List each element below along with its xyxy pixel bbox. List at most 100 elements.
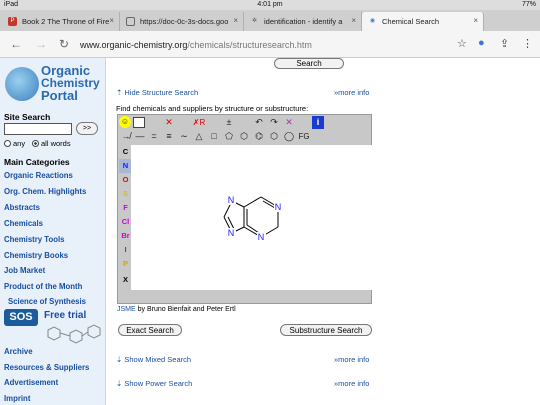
show-mixed-link[interactable]: ⇣ Show Mixed Search [116,355,191,364]
free-trial-link[interactable]: Free trial [44,310,86,321]
forward-icon[interactable]: → [35,37,47,51]
atom-n9: N [228,228,235,238]
tab-label: https://doc-0c-3s-docs.goo [140,17,229,26]
fg-button[interactable]: FG [297,130,311,143]
site-search-button[interactable]: >> [76,122,98,135]
sos-logo[interactable]: SOS [4,309,38,326]
menu-icon[interactable]: ⋮ [522,37,533,50]
molecule-decoration-icon [47,324,101,344]
battery-label: 77% [521,1,536,8]
star-icon[interactable]: ☆ [457,37,467,50]
delete-icon[interactable]: ✕ [162,116,176,129]
logo-word: Organic [41,63,91,78]
undo-icon[interactable]: ↶ [252,116,266,129]
ring8-icon[interactable]: ◯ [282,130,296,143]
chain-icon[interactable]: ↛ [119,130,133,143]
search-button[interactable]: Search [274,58,344,69]
hide-structure-link[interactable]: ⇡ Hide Structure Search [116,88,198,97]
site-logo[interactable]: Organic Chemistry Portal [3,63,103,105]
blank-icon[interactable] [207,116,221,129]
link-label: Show Power Search [124,379,193,388]
substructure-search-button[interactable]: Substructure Search [280,324,372,336]
ring7-icon[interactable]: ⬡ [267,130,281,143]
jsme-editor[interactable]: ☺ ✕ ✗R ± ↶ ↷ ✕ i ↛ — = ≡ ∼ △ □ ⬠ ⬡ ⌬ ⬡ ◯… [117,114,372,304]
triple-bond-icon[interactable]: ≡ [162,130,176,143]
more-info-link[interactable]: »more info [334,355,369,364]
single-bond-icon[interactable]: — [133,130,147,143]
radio-label: any [13,139,26,148]
tab-identification[interactable]: ✲ identification - identify a × [244,12,362,31]
share-icon[interactable]: ⇪ [500,37,509,50]
radio-selected-icon [32,140,39,147]
categories-heading: Main Categories [4,157,70,167]
close-icon[interactable]: × [351,16,356,25]
reload-icon[interactable]: ↻ [59,37,69,51]
sidebar-link-chemistry-tools[interactable]: Chemistry Tools [4,235,65,244]
globe-logo-icon [5,67,39,101]
blank-icon[interactable] [147,116,161,129]
blank-icon[interactable] [297,116,311,129]
radio-icon [4,140,11,147]
new-icon[interactable] [133,117,145,128]
back-icon[interactable]: ← [10,37,22,51]
sidebar-link-product-of-month[interactable]: Product of the Month [4,282,82,291]
url-field[interactable]: www.organic-chemistry.org/chemicals/stru… [80,40,312,50]
sidebar-link-archive[interactable]: Archive [4,347,33,356]
tab-label: Book 2 The Throne of Fire [22,17,110,26]
charge-icon[interactable]: ± [222,116,236,129]
jsme-link[interactable]: JSME [117,306,136,313]
delete-group-icon[interactable]: ✗R [192,116,206,129]
ring4-icon[interactable]: □ [207,130,221,143]
more-info-link[interactable]: »more info [334,88,369,97]
sidebar-link-highlights[interactable]: Org. Chem. Highlights [4,187,86,196]
link-label: Show Mixed Search [124,355,192,364]
sidebar-link-organic-reactions[interactable]: Organic Reactions [4,171,73,180]
sos-heading[interactable]: Science of Synthesis [8,297,86,306]
site-search-input[interactable] [4,123,72,135]
link-label: Hide Structure Search [124,88,199,97]
double-bond-icon[interactable]: = [147,130,161,143]
ring5-icon[interactable]: ⬠ [222,130,236,143]
sidebar-link-abstracts[interactable]: Abstracts [4,203,40,212]
redo-icon[interactable]: ↷ [267,116,281,129]
close-icon[interactable]: × [473,16,478,25]
radio-any[interactable]: any [4,139,25,148]
close-icon[interactable]: × [109,16,114,25]
drawing-canvas[interactable]: N N N N [131,145,372,290]
pdf-icon: P [8,17,17,26]
logo-word: Portal [41,88,78,103]
close-icon[interactable]: × [233,16,238,25]
structure-caption: Find chemicals and suppliers by structur… [116,104,309,113]
exact-search-button[interactable]: Exact Search [118,324,182,336]
globe-icon: ◉ [369,18,376,24]
sidebar-link-resources[interactable]: Resources & Suppliers [4,363,89,372]
microphone-icon[interactable]: ● [478,37,485,49]
chain-bond-icon[interactable]: ∼ [177,130,191,143]
radio-all-words[interactable]: all words [32,139,71,148]
blank-icon[interactable] [237,116,251,129]
clear-icon[interactable]: ✕ [282,116,296,129]
sidebar-link-advertisement[interactable]: Advertisement [4,378,58,387]
sidebar-link-chemistry-books[interactable]: Chemistry Books [4,251,68,260]
tab-book[interactable]: P Book 2 The Throne of Fire × [2,12,120,31]
more-info-link[interactable]: »more info [334,379,369,388]
tab-strip: P Book 2 The Throne of Fire × https://do… [0,10,540,31]
ring3-icon[interactable]: △ [192,130,206,143]
sidebar-link-imprint[interactable]: Imprint [4,394,30,403]
sidebar-link-chemicals[interactable]: Chemicals [4,219,43,228]
smiley-icon[interactable]: ☺ [119,116,131,128]
sidebar-link-job-market[interactable]: Job Market [4,266,45,275]
show-power-link[interactable]: ⇣ Show Power Search [116,379,192,388]
info-icon[interactable]: i [312,116,324,129]
status-bar: iPad 4:01 pm 77% [0,0,540,10]
radio-label: all words [41,139,71,148]
tab-chemical-search[interactable]: ◉ Chemical Search × [362,12,484,31]
url-path: /chemicals/structuresearch.htm [187,40,312,50]
tab-docs[interactable]: https://doc-0c-3s-docs.goo × [120,12,244,31]
ring6-icon[interactable]: ⬡ [237,130,251,143]
blank-icon[interactable] [177,116,191,129]
sidebar: Organic Chemistry Portal Site Search >> … [0,58,106,405]
benzene-icon[interactable]: ⌬ [252,130,266,143]
atom-n1: N [275,202,282,212]
tab-label: identification - identify a [264,17,343,26]
